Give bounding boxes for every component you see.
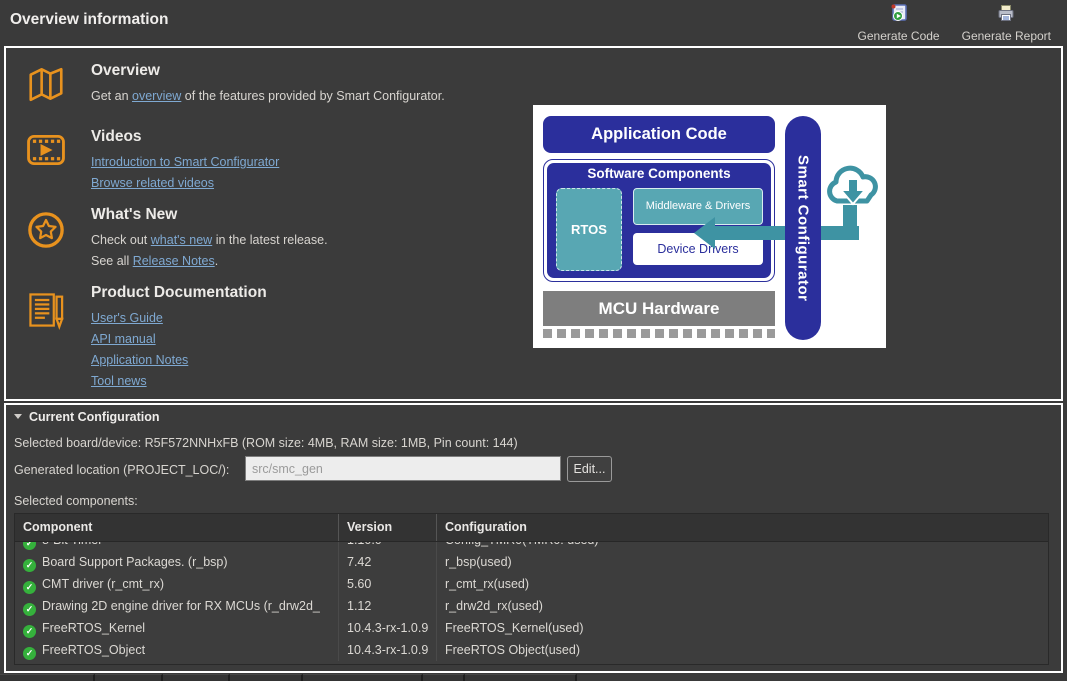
generate-report-label: Generate Report — [962, 29, 1051, 43]
check-icon: ✓ — [23, 647, 36, 660]
check-icon: ✓ — [23, 625, 36, 638]
selected-components-label: Selected components: — [14, 494, 138, 508]
overview-link[interactable]: overview — [132, 89, 181, 103]
table-row[interactable]: ✓CMT driver (r_cmt_rx) 5.60 r_cmt_rx(use… — [15, 573, 1048, 595]
documentation-section: Product Documentation User's Guide API m… — [91, 284, 267, 392]
table-row[interactable]: ✓Board Support Packages. (r_bsp) 7.42 r_… — [15, 551, 1048, 573]
toolbar: Overview information Generate Code — [0, 0, 1067, 46]
selected-board-device: Selected board/device: R5F572NNHxFB (ROM… — [14, 436, 518, 450]
current-configuration-title: Current Configuration — [29, 410, 160, 424]
column-version[interactable]: Version — [338, 514, 436, 541]
generate-code-button[interactable]: Generate Code — [854, 2, 944, 45]
current-configuration-panel: Current Configuration Selected board/dev… — [4, 403, 1063, 673]
whats-new-line1: Check out what's new in the latest relea… — [91, 230, 328, 251]
column-configuration[interactable]: Configuration — [436, 514, 1048, 541]
video-icon — [26, 132, 66, 173]
tool-news-link[interactable]: Tool news — [91, 371, 267, 392]
diagram-mcu-hardware: MCU Hardware — [543, 291, 775, 326]
column-component[interactable]: Component — [15, 514, 338, 541]
bottom-tab-stub-2[interactable] — [95, 674, 163, 681]
application-notes-link[interactable]: Application Notes — [91, 350, 267, 371]
documentation-heading: Product Documentation — [91, 284, 267, 302]
release-notes-link[interactable]: Release Notes — [133, 254, 215, 268]
whats-new-section: What's New Check out what's new in the l… — [91, 206, 328, 272]
map-icon — [26, 66, 66, 107]
overview-heading: Overview — [91, 62, 445, 80]
diagram-mcu-pins — [543, 329, 775, 338]
table-row[interactable]: ✓FreeRTOS_Object 10.4.3-rx-1.0.9 FreeRTO… — [15, 639, 1048, 661]
bottom-tab-bar — [0, 674, 577, 681]
generate-report-button[interactable]: Generate Report — [958, 2, 1055, 45]
components-table: Component Version Configuration ✓8-Bit T… — [14, 513, 1049, 665]
edit-button[interactable]: Edit... — [567, 456, 612, 482]
overview-section: Overview Get an overview of the features… — [91, 62, 445, 107]
diagram-smart-configurator-bar: Smart Configurator — [785, 116, 821, 340]
generate-report-icon — [997, 4, 1015, 27]
generated-location-label: Generated location (PROJECT_LOC/): — [14, 463, 229, 477]
diagram-application-code: Application Code — [543, 116, 775, 153]
videos-heading: Videos — [91, 128, 279, 146]
bottom-tab-stub-1[interactable] — [0, 674, 95, 681]
generate-code-label: Generate Code — [858, 29, 940, 43]
components-table-body: ✓8-Bit Timer 1.10.0 Config_TMR0(TMR0: us… — [15, 542, 1048, 665]
check-icon: ✓ — [23, 581, 36, 594]
bottom-tab-stub-7[interactable] — [465, 674, 577, 681]
generated-location-input[interactable] — [245, 456, 561, 481]
generate-code-icon — [890, 4, 908, 27]
whats-new-link[interactable]: what's new — [151, 233, 212, 247]
diagram-software-components-title: Software Components — [547, 166, 771, 181]
table-row[interactable]: ✓8-Bit Timer 1.10.0 Config_TMR0(TMR0: us… — [15, 542, 1048, 551]
videos-browse-link[interactable]: Browse related videos — [91, 173, 279, 194]
videos-section: Videos Introduction to Smart Configurato… — [91, 128, 279, 194]
diagram-rtos-box: RTOS — [556, 188, 622, 271]
toolbar-actions: Generate Code Generate Report — [854, 2, 1055, 45]
table-row[interactable]: ✓Drawing 2D engine driver for RX MCUs (r… — [15, 595, 1048, 617]
table-row[interactable]: ✓FreeRTOS_Kernel 10.4.3-rx-1.0.9 FreeRTO… — [15, 617, 1048, 639]
check-icon: ✓ — [23, 542, 36, 550]
users-guide-link[interactable]: User's Guide — [91, 308, 267, 329]
cloud-download-icon — [823, 163, 885, 220]
documentation-icon — [26, 288, 66, 337]
components-table-header: Component Version Configuration — [15, 514, 1048, 542]
api-manual-link[interactable]: API manual — [91, 329, 267, 350]
diagram-software-components-frame: Software Components RTOS Middleware & Dr… — [543, 159, 775, 282]
whats-new-heading: What's New — [91, 206, 328, 224]
overview-panel: Overview Get an overview of the features… — [4, 46, 1063, 401]
architecture-diagram: Application Code Software Components RTO… — [533, 105, 886, 348]
bottom-tab-stub-3[interactable] — [163, 674, 230, 681]
page-title: Overview information — [10, 11, 168, 29]
collapse-caret-icon — [14, 414, 22, 419]
whats-new-line2: See all Release Notes. — [91, 251, 328, 272]
bottom-tab-stub-5[interactable] — [303, 674, 423, 681]
bottom-tab-stub-4[interactable] — [230, 674, 303, 681]
videos-intro-link[interactable]: Introduction to Smart Configurator — [91, 152, 279, 173]
bottom-tab-stub-6[interactable] — [423, 674, 465, 681]
check-icon: ✓ — [23, 559, 36, 572]
overview-text: Get an overview of the features provided… — [91, 86, 445, 107]
diagram-arrow-head — [694, 217, 715, 249]
current-configuration-header[interactable]: Current Configuration — [6, 405, 1061, 428]
check-icon: ✓ — [23, 603, 36, 616]
whats-new-icon — [26, 210, 66, 255]
